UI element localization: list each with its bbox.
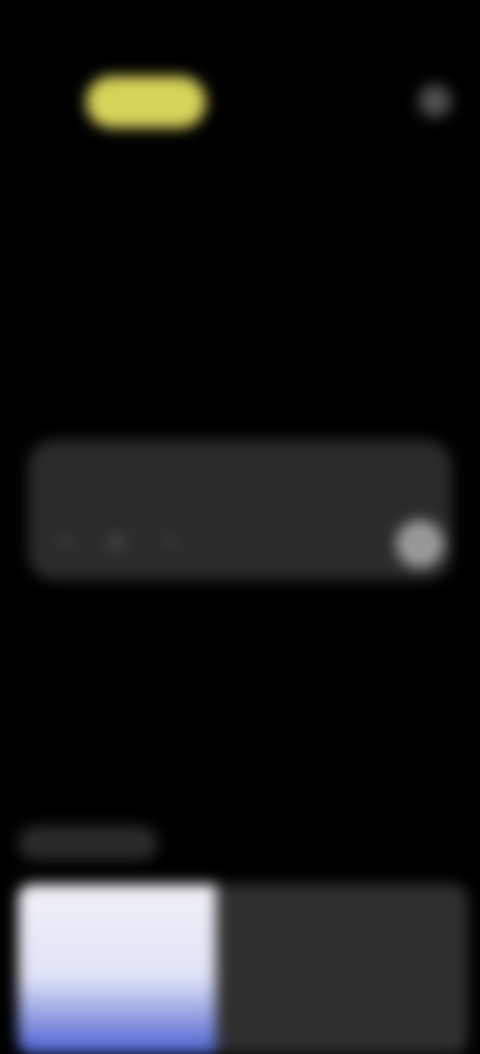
- arrow-up-icon: ↑: [414, 531, 426, 556]
- send-button[interactable]: ↑: [396, 520, 444, 568]
- ellipsis-icon[interactable]: ⋯: [418, 84, 452, 118]
- status-bar: [0, 0, 480, 60]
- composer-input[interactable]: [50, 460, 394, 494]
- tab-bar: [0, 820, 480, 866]
- tab-2[interactable]: [222, 826, 332, 860]
- composer: + ◎ ⌁ ↑: [28, 440, 452, 580]
- plus-icon[interactable]: +: [50, 526, 80, 556]
- tab-3[interactable]: [404, 826, 468, 860]
- globe-icon[interactable]: ◎: [102, 526, 132, 556]
- attach-icon[interactable]: ⌁: [154, 526, 184, 556]
- card-thumbnail: [18, 884, 216, 1054]
- tab-1[interactable]: [18, 826, 158, 860]
- brand-pill[interactable]: [86, 76, 206, 128]
- prompt-title: [52, 384, 432, 418]
- composer-tools: + ◎ ⌁: [50, 526, 184, 556]
- app-header: ⋯: [0, 60, 480, 150]
- feed-card[interactable]: [18, 884, 468, 1054]
